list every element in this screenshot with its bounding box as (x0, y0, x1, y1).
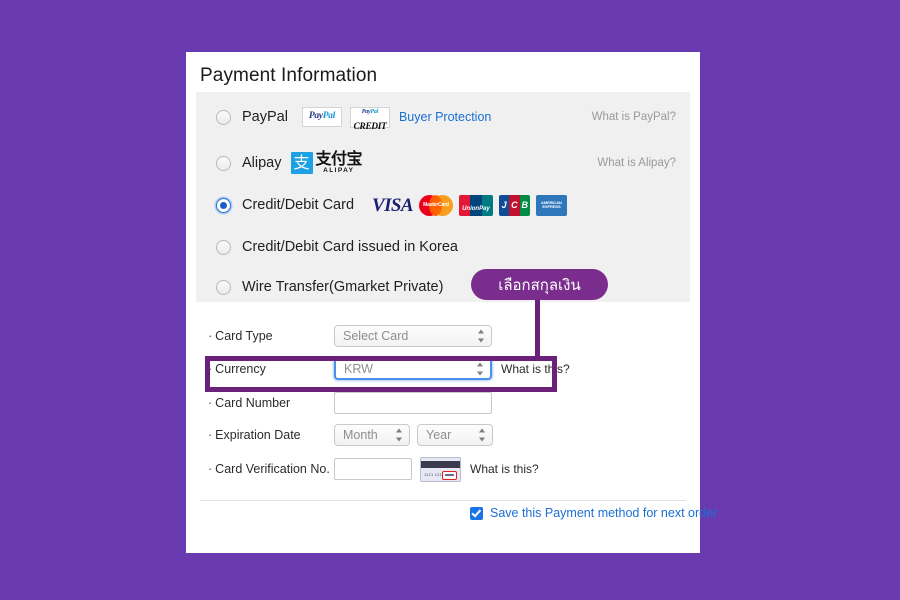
payment-option-credit-debit-card-korea[interactable]: Credit/Debit Card issued in Korea (196, 226, 690, 268)
payment-option-paypal[interactable]: PayPal PayPal PayPal CREDIT Buyer Protec… (196, 96, 690, 138)
amex-icon: AMERICAN EXPRESS (535, 194, 567, 216)
callout-connector-line (535, 298, 540, 360)
alipay-mark-icon: 支 (290, 152, 313, 174)
mastercard-label: MasterCard (423, 201, 449, 208)
paypal-pal-text: Pal (322, 111, 336, 122)
jcb-icon: J C B (498, 194, 530, 216)
payment-option-label-korea: Credit/Debit Card issued in Korea (242, 239, 458, 255)
paypal-pay-text: Pay (308, 111, 323, 122)
select-expiration-year-value: Year (426, 428, 452, 442)
paypal-credit-top: PayPal (362, 109, 379, 115)
paypal-logo: PayPal (301, 107, 342, 127)
save-option-divider (200, 500, 686, 501)
unionpay-icon: UnionPay (458, 194, 493, 216)
card-number-input[interactable] (334, 392, 492, 414)
form-row-card-type: · Card Type Select Card (186, 320, 700, 352)
cvv-card-icon: 1121 1212 (420, 456, 461, 482)
currency-callout-label: เลือกสกุลเงิน (498, 275, 581, 294)
save-payment-method-row[interactable]: Save this Payment method for next order (470, 506, 717, 520)
card-verification-input[interactable] (334, 458, 412, 480)
label-card-number: · Card Number (208, 396, 330, 410)
paypal-credit-logo: PayPal CREDIT (349, 106, 390, 132)
bullet-icon: · (208, 396, 213, 410)
label-card-number-text: Card Number (215, 396, 291, 410)
select-card-type-value: Select Card (343, 329, 409, 343)
label-card-verification: · Card Verification No. (208, 462, 330, 476)
payment-option-label-wire-transfer: Wire Transfer(Gmarket Private) (242, 279, 444, 295)
select-card-type[interactable]: Select Card (334, 325, 492, 347)
bullet-icon: · (208, 428, 213, 442)
payment-option-label-paypal: PayPal (242, 109, 288, 125)
label-card-type-text: Card Type (215, 329, 273, 343)
currency-row-highlight-box (205, 356, 557, 392)
payment-method-options: PayPal PayPal PayPal CREDIT Buyer Protec… (196, 92, 690, 302)
payment-option-credit-debit-card[interactable]: Credit/Debit Card VISA MasterCard UnionP… (196, 184, 690, 226)
paypal-credit-word: CREDIT (353, 122, 387, 132)
alipay-latin-text: ALIPAY (323, 167, 355, 175)
payment-option-alipay[interactable]: Alipay 支 支付宝 ALIPAY What is Alipay? (196, 142, 690, 184)
payment-option-label-credit-debit-card: Credit/Debit Card (242, 197, 355, 213)
label-card-verification-text: Card Verification No. (215, 462, 330, 476)
radio-credit-debit-card-korea[interactable] (216, 239, 231, 255)
save-payment-method-checkbox[interactable] (470, 506, 483, 520)
form-row-expiration-date: · Expiration Date Month Year (186, 419, 700, 451)
select-expiration-year[interactable]: Year (417, 424, 493, 446)
what-is-this-cvv-link[interactable]: What is this? (470, 462, 539, 476)
cvv-card-stripe (421, 460, 460, 468)
paypal-credit-stack: PayPal CREDIT (351, 101, 389, 133)
chevron-updown-icon (477, 329, 484, 343)
radio-paypal[interactable] (216, 109, 231, 125)
radio-credit-debit-card[interactable] (216, 197, 231, 213)
jcb-b-letter: B (519, 194, 530, 216)
select-expiration-month-value: Month (343, 428, 378, 442)
select-expiration-month[interactable]: Month (334, 424, 410, 446)
cvv-card-code-box (442, 470, 457, 480)
jcb-j-letter: J (498, 194, 510, 216)
label-expiration-date-text: Expiration Date (215, 428, 301, 442)
jcb-c-letter: C (509, 194, 520, 216)
page-title: Payment Information (200, 65, 378, 86)
card-brand-logos: VISA MasterCard UnionPay J C B AMERICAN … (372, 194, 567, 216)
alipay-hanzi-text: 支付宝 (315, 149, 363, 169)
save-payment-method-label[interactable]: Save this Payment method for next order (490, 506, 717, 520)
bullet-icon: · (208, 329, 213, 343)
radio-wire-transfer[interactable] (216, 279, 231, 295)
visa-icon: VISA (372, 194, 414, 216)
paypal-wordmark: PayPal (309, 112, 335, 122)
payment-option-label-alipay: Alipay (242, 155, 282, 171)
alipay-text-block: 支付宝 ALIPAY (316, 151, 363, 175)
label-expiration-date: · Expiration Date (208, 428, 330, 442)
buyer-protection-link[interactable]: Buyer Protection (399, 110, 491, 124)
chevron-updown-icon (478, 428, 485, 442)
alipay-logo: 支 支付宝 ALIPAY (290, 151, 363, 175)
amex-label: AMERICAN EXPRESS (541, 199, 562, 210)
what-is-paypal-link[interactable]: What is PayPal? (592, 111, 676, 123)
bullet-icon: · (208, 462, 213, 476)
label-card-type: · Card Type (208, 329, 330, 343)
what-is-alipay-link[interactable]: What is Alipay? (597, 157, 676, 169)
chevron-updown-icon (395, 428, 402, 442)
currency-callout-pill: เลือกสกุลเงิน (471, 269, 608, 300)
paypal-credit-pal-text: Pal (370, 109, 379, 115)
radio-alipay[interactable] (216, 155, 231, 171)
form-row-card-verification: · Card Verification No. 1121 1212 What is… (186, 453, 700, 485)
unionpay-label: UnionPay (462, 205, 490, 212)
payment-option-wire-transfer[interactable]: Wire Transfer(Gmarket Private) (196, 266, 690, 308)
mastercard-icon: MasterCard (418, 194, 453, 216)
